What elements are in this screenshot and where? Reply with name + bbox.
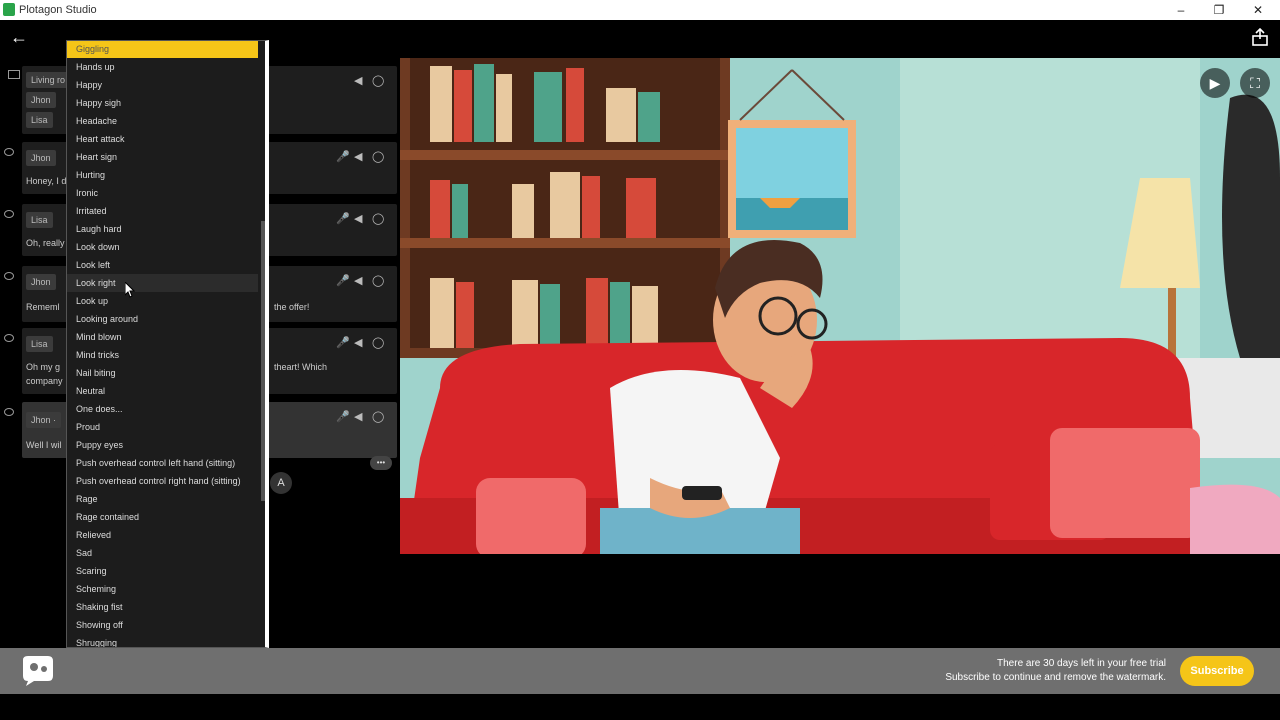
dialogue-icon <box>4 408 14 416</box>
speaker-icon[interactable]: ◀ <box>354 274 362 287</box>
add-line-button[interactable]: A <box>270 472 292 494</box>
dialogue-text[interactable]: Well I wil <box>26 440 61 450</box>
trial-line-1: There are 30 days left in your free tria… <box>997 658 1166 669</box>
app-icon <box>3 3 15 16</box>
dropdown-item[interactable]: Rage <box>67 490 258 508</box>
dropdown-item[interactable]: Push overhead control right hand (sittin… <box>67 472 258 490</box>
arrow-left-icon[interactable]: ← <box>10 27 28 48</box>
microphone-icon[interactable]: 🎤 <box>336 410 350 423</box>
actor-chip[interactable]: Jhon <box>26 274 56 290</box>
dropdown-item[interactable]: Hurting <box>67 166 258 184</box>
actor-chip[interactable]: Jhon <box>26 92 56 108</box>
dialogue-text-line2[interactable]: company <box>26 376 63 386</box>
window-title: Plotagon Studio <box>19 4 97 16</box>
dropdown-item[interactable]: Look up <box>67 292 258 310</box>
dropdown-item[interactable]: Laugh hard <box>67 220 258 238</box>
actor-dropdown[interactable]: Jhon · <box>26 412 62 428</box>
speech-bubble-icon[interactable]: ◯ <box>372 336 384 349</box>
dropdown-item[interactable]: Heart attack <box>67 130 258 148</box>
dropdown-item[interactable]: Hands up <box>67 58 258 76</box>
speaker-icon[interactable]: ◀ <box>354 212 362 225</box>
actor-chip[interactable]: Lisa <box>26 112 53 128</box>
dropdown-item[interactable]: Nail biting <box>67 364 258 382</box>
dropdown-item[interactable]: Giggling <box>67 41 258 58</box>
dialogue-text[interactable]: Honey, I d <box>26 176 66 186</box>
subscribe-button[interactable]: Subscribe <box>1180 656 1254 686</box>
dropdown-item[interactable]: One does... <box>67 400 258 418</box>
minimize-button[interactable]: – <box>1166 1 1196 19</box>
window-titlebar: Plotagon Studio – ❐ ✕ <box>0 0 1280 20</box>
share-icon[interactable] <box>1252 28 1268 46</box>
play-icon[interactable]: ▶ <box>1200 68 1230 98</box>
dialogue-text-tail[interactable]: the offer! <box>274 302 309 312</box>
dropdown-scrollbar[interactable] <box>261 221 265 501</box>
dropdown-item[interactable]: Shaking fist <box>67 598 258 616</box>
dropdown-item[interactable]: Look down <box>67 238 258 256</box>
actor-chip[interactable]: Lisa <box>26 212 53 228</box>
scene-illustration <box>400 58 1280 554</box>
trial-banner: There are 30 days left in your free tria… <box>0 648 1280 694</box>
speech-bubble-icon[interactable]: ◯ <box>372 274 384 287</box>
dropdown-item[interactable]: Mind blown <box>67 328 258 346</box>
speaker-icon[interactable]: ◀ <box>354 74 362 87</box>
dropdown-item[interactable]: Ironic <box>67 184 258 202</box>
dropdown-item[interactable]: Headache <box>67 112 258 130</box>
dropdown-item[interactable]: Heart sign <box>67 148 258 166</box>
dropdown-item[interactable]: Irritated <box>67 202 258 220</box>
more-options-button[interactable]: ••• <box>370 456 392 470</box>
dialogue-icon <box>4 148 14 156</box>
dropdown-item[interactable]: Rage contained <box>67 508 258 526</box>
close-button[interactable]: ✕ <box>1243 1 1273 19</box>
speaker-icon[interactable]: ◀ <box>354 410 362 423</box>
speech-bubble-icon[interactable]: ◯ <box>372 212 384 225</box>
plotagon-logo-icon <box>23 656 53 686</box>
dropdown-item[interactable]: Showing off <box>67 616 258 634</box>
dropdown-item[interactable]: Push overhead control left hand (sitting… <box>67 454 258 472</box>
mouse-cursor-icon <box>125 282 135 298</box>
dropdown-item[interactable]: Happy sigh <box>67 94 258 112</box>
dropdown-item[interactable]: Scheming <box>67 580 258 598</box>
microphone-icon[interactable]: 🎤 <box>336 150 350 163</box>
speech-bubble-icon[interactable]: ◯ <box>372 74 384 87</box>
speech-bubble-icon[interactable]: ◯ <box>372 410 384 423</box>
actor-chip[interactable]: Jhon <box>26 150 56 166</box>
dropdown-item[interactable]: Neutral <box>67 382 258 400</box>
dialogue-icon <box>4 334 14 342</box>
fullscreen-icon[interactable]: ⛶ <box>1240 68 1270 98</box>
dialogue-text[interactable]: Rememl <box>26 302 60 312</box>
dialogue-icon <box>4 210 14 218</box>
speaker-icon[interactable]: ◀ <box>354 336 362 349</box>
dropdown-item[interactable]: Sad <box>67 544 258 562</box>
scene-preview[interactable]: ▶ ⛶ <box>400 58 1280 554</box>
speaker-icon[interactable]: ◀ <box>354 150 362 163</box>
dropdown-item[interactable]: Looking around <box>67 310 258 328</box>
actor-chip[interactable]: Lisa <box>26 336 53 352</box>
microphone-icon[interactable]: 🎤 <box>336 336 350 349</box>
dialogue-text-tail[interactable]: theart! Which <box>274 362 327 372</box>
dialogue-text[interactable]: Oh, really <box>26 238 65 248</box>
dropdown-item[interactable]: Proud <box>67 418 258 436</box>
dropdown-item[interactable]: Look right <box>67 274 258 292</box>
dropdown-item[interactable]: Look left <box>67 256 258 274</box>
trial-message: There are 30 days left in your free tria… <box>945 657 1166 685</box>
dropdown-item[interactable]: Shrugging <box>67 634 258 647</box>
emotion-dropdown[interactable]: Giggling Hands up Happy Happy sigh Headache H… <box>66 40 269 648</box>
microphone-icon[interactable]: 🎤 <box>336 274 350 287</box>
scene-icon <box>8 70 20 79</box>
speech-bubble-icon[interactable]: ◯ <box>372 150 384 163</box>
dialogue-text[interactable]: Oh my g <box>26 362 60 372</box>
microphone-icon[interactable]: 🎤 <box>336 212 350 225</box>
maximize-button[interactable]: ❐ <box>1204 1 1234 19</box>
trial-line-2: Subscribe to continue and remove the wat… <box>945 672 1166 683</box>
dropdown-item[interactable]: Mind tricks <box>67 346 258 364</box>
dropdown-item[interactable]: Relieved <box>67 526 258 544</box>
bottom-bar <box>0 694 1280 720</box>
dropdown-item[interactable]: Puppy eyes <box>67 436 258 454</box>
dropdown-item[interactable]: Scaring <box>67 562 258 580</box>
location-chip[interactable]: Living ro <box>26 72 71 88</box>
dropdown-item[interactable]: Happy <box>67 76 258 94</box>
dialogue-icon <box>4 272 14 280</box>
